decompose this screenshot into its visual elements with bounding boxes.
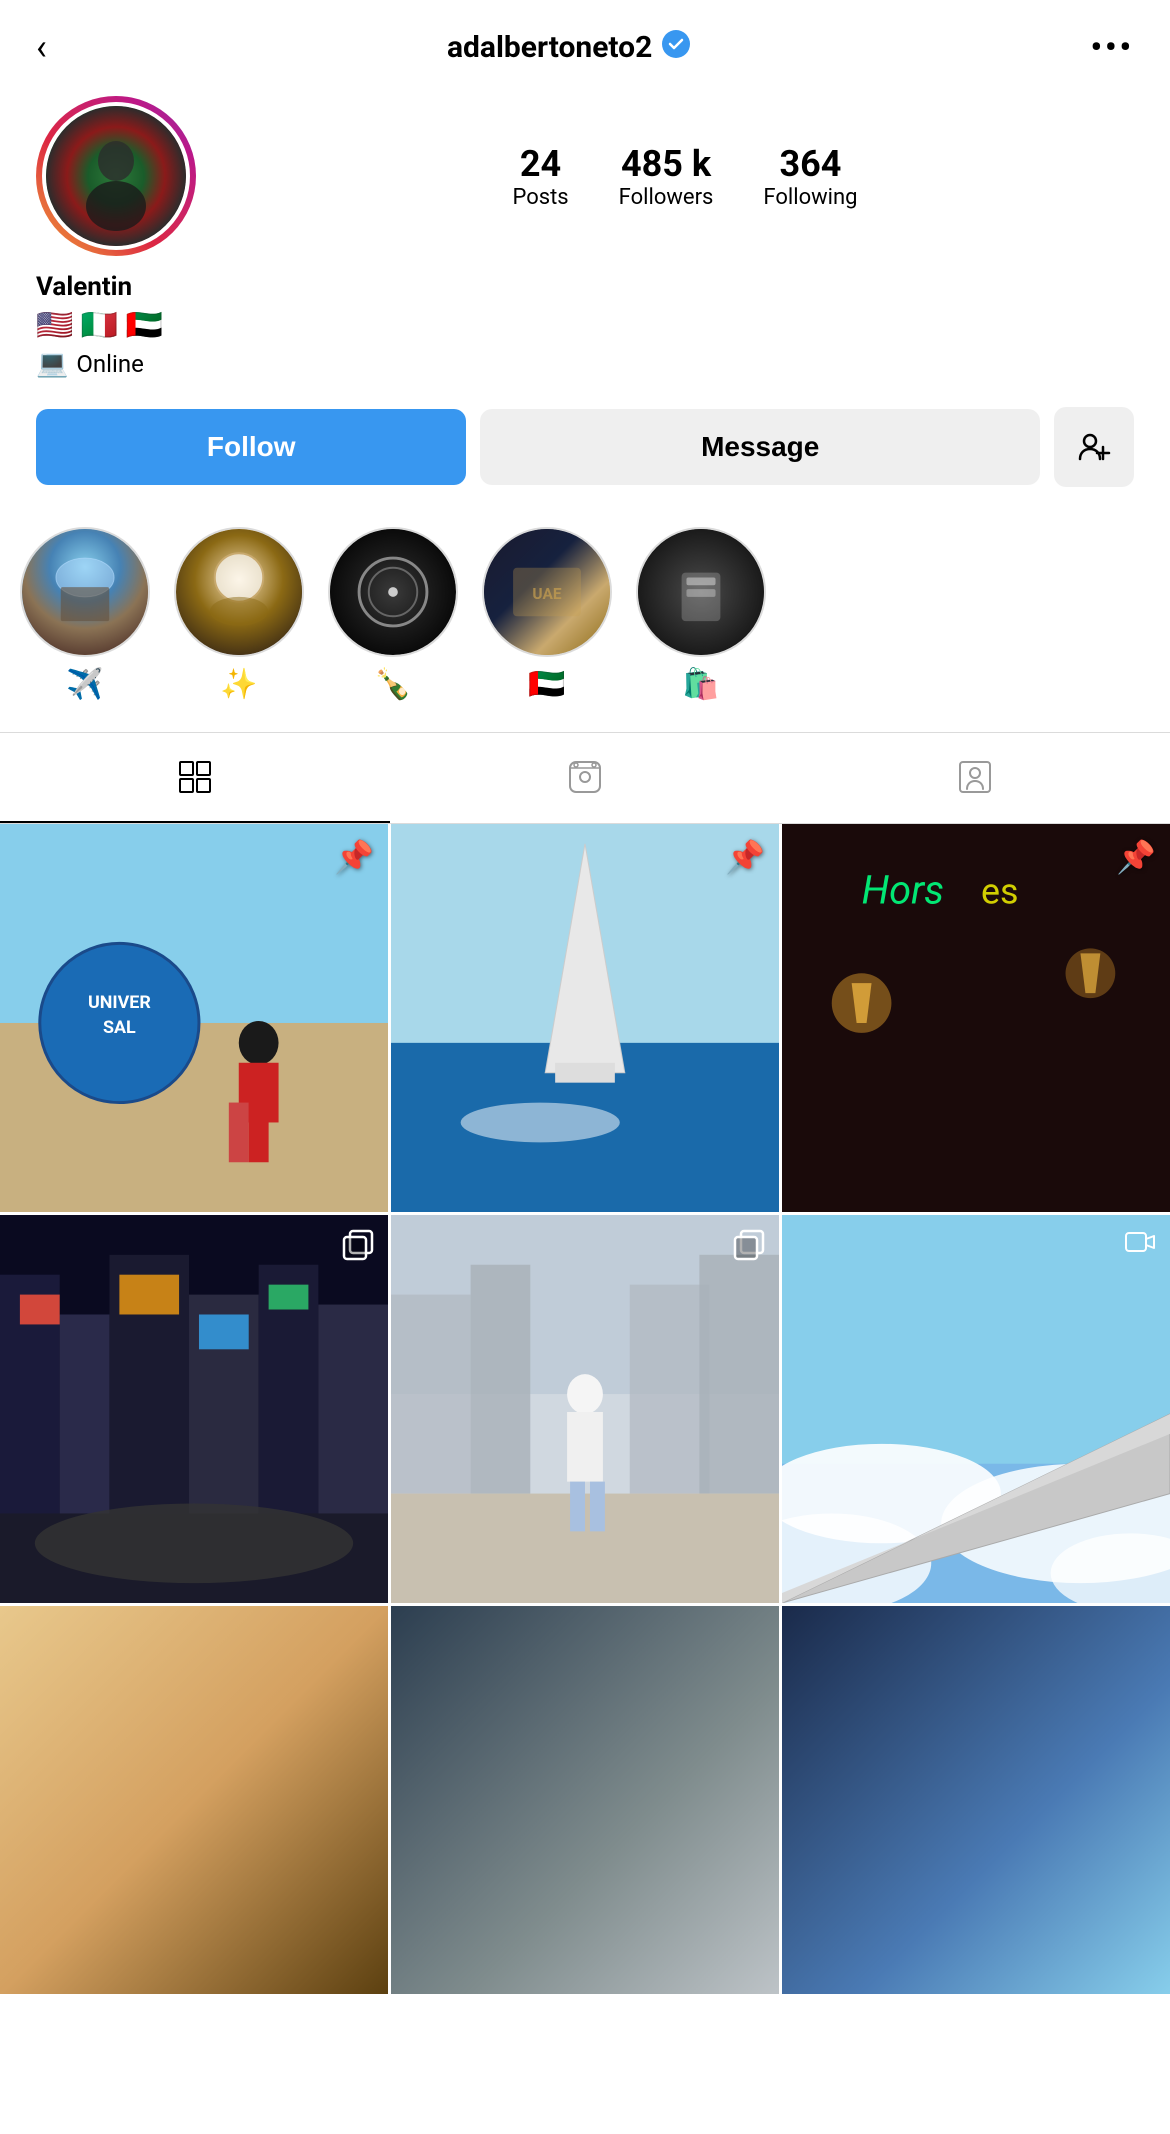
- followers-count: 485 k: [619, 143, 714, 185]
- reels-icon: [567, 759, 603, 795]
- highlight-emoji-3: 🍾: [374, 667, 411, 702]
- highlight-circle-2: [174, 527, 304, 657]
- grid-item-6[interactable]: [782, 1215, 1170, 1603]
- highlight-emoji-5: 🛍️: [682, 667, 719, 702]
- highlight-emoji-2: ✨: [220, 667, 257, 702]
- multi-icon-5: [733, 1229, 765, 1261]
- svg-text:SAL: SAL: [103, 1017, 136, 1038]
- status-text: Online: [76, 350, 143, 378]
- tab-bar: [0, 732, 1170, 824]
- avatar-wrapper: [36, 96, 196, 256]
- verified-badge: [662, 30, 690, 65]
- bio-status: 💻 Online: [36, 349, 1134, 379]
- header: ‹ adalbertoneto2 •••: [0, 0, 1170, 86]
- grid-item-5[interactable]: [391, 1215, 779, 1603]
- message-button[interactable]: Message: [480, 409, 1040, 485]
- bio-flags: 🇺🇸 🇮🇹 🇦🇪: [36, 308, 1134, 343]
- svg-text:Hors: Hors: [862, 867, 945, 914]
- grid-item-3[interactable]: Hors es 📌: [782, 824, 1170, 1212]
- stats-row: 24 Posts 485 k Followers 364 Following: [236, 143, 1134, 210]
- highlight-circle-4: UAE: [482, 527, 612, 657]
- tab-reels[interactable]: [390, 733, 780, 823]
- following-count: 364: [763, 143, 857, 185]
- highlight-emoji-1: ✈️: [66, 667, 103, 702]
- avatar: [42, 102, 190, 250]
- avatar-ring: [36, 96, 196, 256]
- back-button[interactable]: ‹: [36, 29, 47, 65]
- highlight-circle-5: [636, 527, 766, 657]
- grid-item-4[interactable]: [0, 1215, 388, 1603]
- tab-tagged[interactable]: [780, 733, 1170, 823]
- highlight-item-1[interactable]: ✈️: [20, 527, 150, 702]
- following-label: Following: [763, 185, 857, 210]
- grid-icon: [177, 759, 213, 795]
- following-stat[interactable]: 364 Following: [763, 143, 857, 210]
- followers-stat[interactable]: 485 k Followers: [619, 143, 714, 210]
- profile-top: 24 Posts 485 k Followers 364 Following: [36, 96, 1134, 256]
- highlight-item-5[interactable]: 🛍️: [636, 527, 766, 702]
- highlights-section: ✈️ ✨: [0, 507, 1170, 722]
- highlight-item-4[interactable]: UAE 🇦🇪: [482, 527, 612, 702]
- video-icon-6: [1124, 1229, 1156, 1268]
- add-friend-button[interactable]: [1054, 407, 1134, 487]
- pin-icon-2: 📌: [725, 838, 765, 876]
- grid-item-9[interactable]: [782, 1606, 1170, 1994]
- grid-item-7[interactable]: [0, 1606, 388, 1994]
- highlight-item-2[interactable]: ✨: [174, 527, 304, 702]
- multi-icon-4: [342, 1229, 374, 1261]
- grid-item-1[interactable]: UNIVER SAL 📌: [0, 824, 388, 1212]
- posts-count: 24: [512, 143, 568, 185]
- grid-item-8[interactable]: [391, 1606, 779, 1994]
- highlight-circle-1: [20, 527, 150, 657]
- svg-text:UNIVER: UNIVER: [88, 992, 151, 1013]
- more-options-button[interactable]: •••: [1090, 28, 1134, 66]
- laptop-icon: 💻: [36, 349, 68, 379]
- profile-section: 24 Posts 485 k Followers 364 Following V…: [0, 86, 1170, 507]
- grid-item-2[interactable]: 📌: [391, 824, 779, 1212]
- highlight-circle-3: [328, 527, 458, 657]
- posts-label: Posts: [512, 185, 568, 210]
- display-name: Valentin: [36, 272, 1134, 302]
- svg-text:UAE: UAE: [532, 585, 561, 603]
- highlight-item-3[interactable]: 🍾: [328, 527, 458, 702]
- highlight-emoji-4: 🇦🇪: [528, 667, 565, 702]
- pin-icon-3: 📌: [1116, 838, 1156, 876]
- svg-text:es: es: [981, 871, 1018, 913]
- action-buttons: Follow Message: [36, 407, 1134, 487]
- follow-button[interactable]: Follow: [36, 409, 466, 485]
- bio-section: Valentin 🇺🇸 🇮🇹 🇦🇪 💻 Online: [36, 272, 1134, 379]
- photo-grid: UNIVER SAL 📌 📌: [0, 824, 1170, 1994]
- tagged-icon: [957, 759, 993, 795]
- posts-stat[interactable]: 24 Posts: [512, 143, 568, 210]
- header-title: adalbertoneto2: [447, 30, 690, 65]
- followers-label: Followers: [619, 185, 714, 210]
- pin-icon-1: 📌: [334, 838, 374, 876]
- tab-grid[interactable]: [0, 733, 390, 823]
- username-text: adalbertoneto2: [447, 30, 652, 65]
